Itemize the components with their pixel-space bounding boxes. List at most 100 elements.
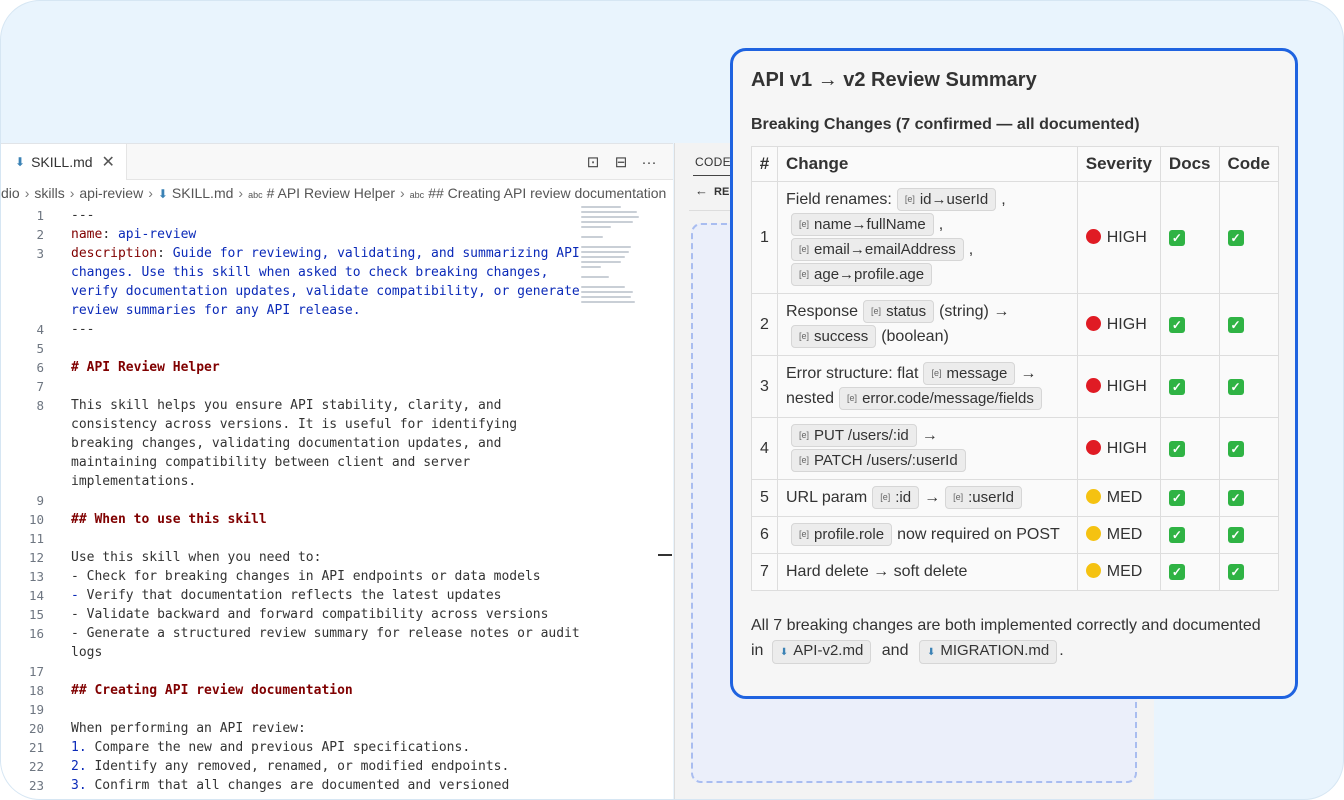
yellow-circle-icon [1085,563,1101,578]
breadcrumb-item[interactable]: abc ## Creating API review documentation [410,185,667,201]
footnote-and: and [881,642,909,659]
code-token: api-review [117,227,197,242]
code-chip: [e] age→profile.age [791,263,933,286]
line-number: 6 [36,360,44,375]
line-number: 23 [28,778,44,793]
markdown-file-icon: ⬇ [15,155,26,169]
line-text: --- [71,320,94,339]
severity-cell: MED [1076,516,1161,554]
footnote-period: . [1059,642,1064,659]
code-token: This skill helps you ensure API stabilit… [71,398,502,413]
symbol-icon: [e] [799,244,810,254]
line-text: ## When to use this skill [71,510,267,529]
code-token: ## Creating API review documentation [71,683,353,698]
severity-label: MED [1106,489,1143,506]
panel-tab-code[interactable]: CODE [695,155,731,169]
chip-text: success [814,328,869,345]
symbol-string-icon: abc [409,190,425,200]
file-link-migration[interactable]: ⬇ MIGRATION.md [918,640,1058,664]
sash-handle[interactable] [658,554,672,556]
severity-label: HIGH [1106,439,1147,457]
symbol-icon: [e] [931,368,942,378]
code-token: Compare the new and previous API specifi… [94,740,471,755]
line-number: 13 [28,569,44,584]
symbol-icon: [e] [847,393,858,403]
breadcrumb-item[interactable]: abc # API Review Helper [248,185,395,201]
code-token: name [71,227,103,242]
chip-text: PUT /users/:id [814,427,909,444]
code-chip: [e] error.code/message/fields [839,387,1042,410]
close-icon[interactable]: ✕ [102,152,115,172]
breadcrumb-item[interactable]: api-review [79,185,143,201]
split-editor-icon[interactable]: ⊟ [613,153,629,171]
chip-text: status [886,303,927,320]
change-text: Response [786,303,859,320]
line-text: - Verify that documentation reflects the… [71,586,501,605]
row-number: 3 [751,355,778,418]
check-mark-icon: ✓ [1168,229,1185,246]
severity-label: MED [1106,563,1143,580]
code-line: 22 2. Identify any removed, renamed, or m… [1,757,673,776]
line-number: 10 [28,512,44,527]
code-token: - Generate a structured review summary f… [71,626,580,641]
line-number: 17 [28,664,44,679]
tab-label: SKILL.md [31,154,93,170]
check-mark-icon: ✓ [1227,378,1244,395]
symbol-icon: [e] [799,331,810,341]
code-token: ## When to use this skill [71,512,267,527]
severity-cell: HIGH [1076,293,1161,356]
severity-label: HIGH [1106,315,1147,333]
docs-cell: ✓ [1159,293,1220,356]
code-token: Verify that documentation reflects the l… [86,588,502,603]
row-number: 2 [751,293,778,356]
check-mark-icon: ✓ [1168,440,1185,457]
code-line: 1 --- [1,206,673,225]
code-chip: [e] profile.role [791,523,893,546]
code-token: Use this skill when you need to: [71,550,322,565]
yellow-circle-icon [1085,526,1101,541]
chip-text: PATCH /users/:userId [814,452,958,469]
line-text: implementations. [71,472,196,491]
code-lines[interactable]: 1 --- 2 name: api-review 3 description: Guide… [1,206,673,795]
check-mark-icon: ✓ [1227,490,1244,506]
tab-skill-md[interactable]: ⬇ SKILL.md ✕ [1,144,127,180]
change-cell: Response [e] status (string) → [e] success (bo… [777,293,1078,356]
change-cell: URL param [e]:id → [e]:userId [777,479,1078,517]
line-text: logs [71,643,102,662]
symbol-string-icon: abc [248,190,263,200]
line-number: 5 [36,341,44,356]
code-token: : [102,227,118,242]
line-text: - Generate a structured review summary f… [71,624,580,643]
breadcrumb-item[interactable]: skills [34,185,64,201]
header-docs: Docs [1159,146,1220,182]
code-line: verify documentation updates, validate c… [1,282,673,301]
line-text: changes. Use this skill when asked to ch… [71,263,548,282]
severity-cell: HIGH [1076,181,1161,294]
code-chip: [e]:userId [945,486,1022,509]
severity-label: HIGH [1106,228,1147,246]
markdown-file-icon: ⬇ [926,647,936,658]
symbol-icon: [e] [953,492,964,502]
docs-cell: ✓ [1159,181,1220,294]
file-link-api-v2[interactable]: ⬇ API-v2.md [771,640,872,664]
chip-text: id→userId [919,191,989,208]
docs-cell: ✓ [1159,479,1220,517]
code-line: 2 name: api-review [1,225,673,244]
code-line: 23 3. Confirm that all changes are docume… [1,776,673,795]
back-button[interactable]: ← RE [695,183,729,198]
code-line: 19 [1,700,673,719]
open-preview-icon[interactable]: ⊡ [585,153,601,171]
code-chip: [e] name→fullName [791,213,934,236]
symbol-icon: [e] [799,430,810,440]
docs-cell: ✓ [1159,355,1220,418]
code-line: 9 [1,491,673,510]
breadcrumb-item[interactable]: dio [1,185,20,201]
chip-text: error.code/message/fields [862,390,1034,407]
more-actions-icon[interactable]: ··· [641,154,657,171]
minimap[interactable] [581,206,639,303]
code-token: - [71,588,87,603]
change-cell: Field renames: [e] id→userId , [e] name→fullN… [777,181,1078,294]
breadcrumb-item[interactable]: ⬇ SKILL.md [158,185,234,201]
code-token: --- [71,208,95,223]
code-cell: ✓ [1218,516,1279,554]
